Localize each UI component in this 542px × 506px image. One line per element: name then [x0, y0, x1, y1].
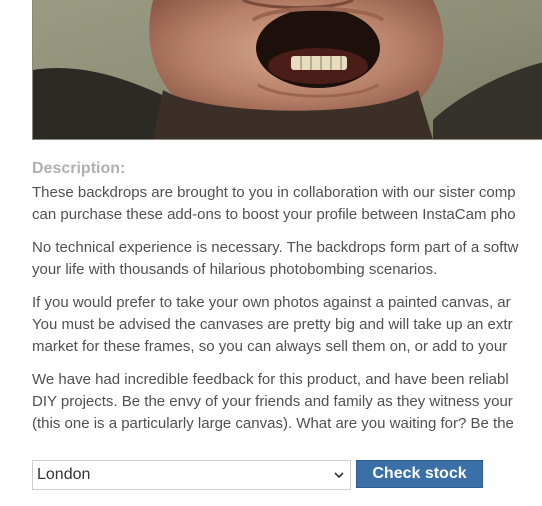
description-line: No technical experience is necessary. Th… [32, 239, 519, 256]
description-line: your life with thousands of hilarious ph… [32, 261, 438, 278]
check-stock-button[interactable]: Check stock [356, 460, 483, 488]
product-photo [32, 0, 542, 140]
description-line: We have had incredible feedback for this… [32, 371, 509, 388]
store-location-value: London [37, 466, 91, 483]
description-heading: Description: [32, 160, 126, 177]
description-line: market for these frames, so you can alwa… [32, 338, 508, 355]
description-paragraph-3: If you would prefer to take your own pho… [32, 292, 513, 358]
description-line: These backdrops are brought to you in co… [32, 184, 516, 201]
product-page: Description: These backdrops are brought… [0, 0, 542, 506]
description-line: If you would prefer to take your own pho… [32, 294, 511, 311]
description-line: DIY projects. Be the envy of your friend… [32, 393, 513, 410]
description-line: You must be advised the canvases are pre… [32, 316, 513, 333]
chevron-down-icon [333, 461, 345, 489]
store-location-select[interactable]: London [32, 460, 351, 490]
description-line: (this one is a particularly large canvas… [32, 415, 514, 432]
description-paragraph-4: We have had incredible feedback for this… [32, 369, 514, 435]
description-line: can purchase these add-ons to boost your… [32, 206, 516, 223]
description-paragraph-1: These backdrops are brought to you in co… [32, 182, 516, 226]
description-paragraph-2: No technical experience is necessary. Th… [32, 237, 518, 281]
